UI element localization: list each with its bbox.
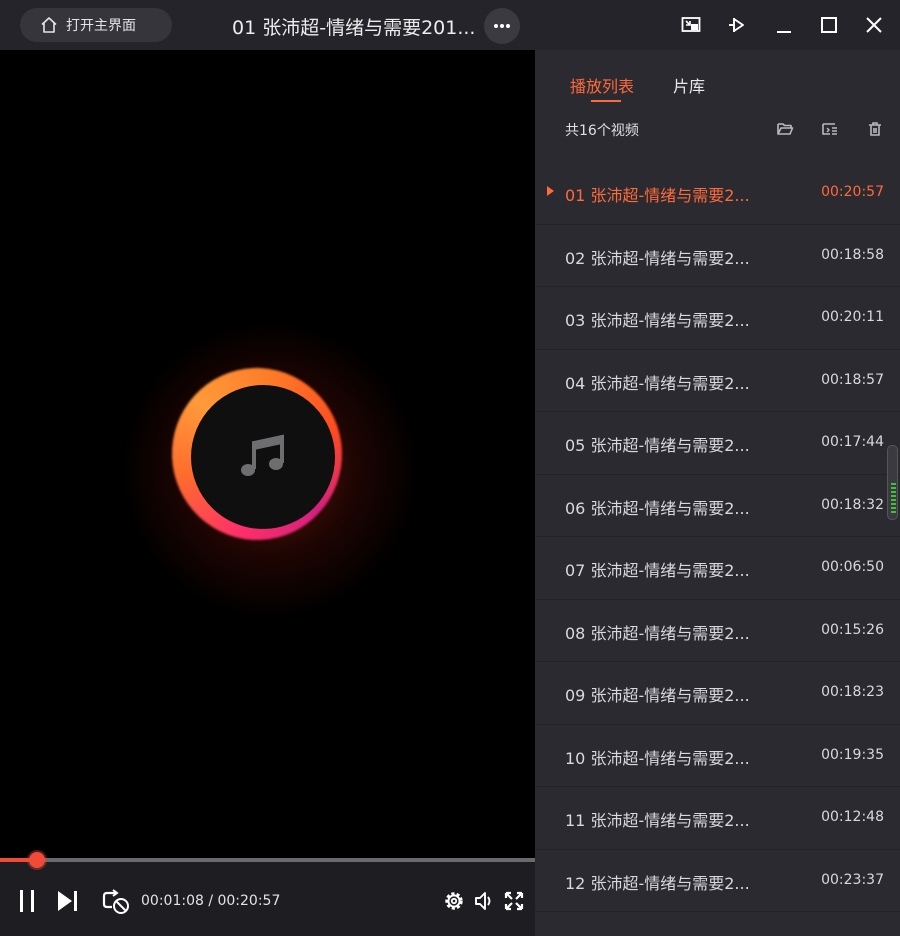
playlist-item-title: 06 张沛超-情绪与需要2... xyxy=(565,498,750,518)
video-area[interactable] xyxy=(0,50,535,858)
playlist-item-duration: 00:18:32 xyxy=(821,496,884,513)
playlist-item[interactable]: 03 张沛超-情绪与需要2... 00:20:11 xyxy=(535,287,900,350)
more-icon xyxy=(494,24,510,28)
settings-icon xyxy=(445,892,463,910)
loop-icon xyxy=(102,889,129,914)
home-icon xyxy=(41,17,57,33)
volume-icon xyxy=(475,892,491,910)
open-main-window-button[interactable]: 打开主界面 xyxy=(20,8,172,42)
open-folder-icon xyxy=(777,123,794,135)
playlist: 01 张沛超-情绪与需要2... 00:20:57 02 张沛超-情绪与需要2...… xyxy=(535,162,900,912)
playlist-item[interactable]: 08 张沛超-情绪与需要2... 00:15:26 xyxy=(535,600,900,662)
audio-disc xyxy=(191,385,335,529)
playlist-item-title: 01 张沛超-情绪与需要2... xyxy=(565,186,750,205)
maximize-icon xyxy=(821,17,837,33)
playlist-item-duration: 00:20:11 xyxy=(821,309,884,325)
title-bar: 打开主界面 01 张沛超-情绪与需要201... xyxy=(0,0,900,50)
playlist-item-duration: 00:15:26 xyxy=(821,621,884,638)
sort-icon xyxy=(822,123,837,135)
playlist-item-duration: 00:18:58 xyxy=(821,246,884,263)
now-playing-icon xyxy=(547,186,554,196)
panel-tabs: 播放列表 片库 xyxy=(535,50,900,106)
progress-handle[interactable] xyxy=(29,852,45,868)
playlist-item-title: 05 张沛超-情绪与需要2... xyxy=(565,436,750,455)
pin-on-top-button[interactable] xyxy=(724,12,750,38)
playlist-item-title: 09 张沛超-情绪与需要2... xyxy=(565,686,750,705)
playlist-item[interactable]: 04 张沛超-情绪与需要2... 00:18:57 xyxy=(535,350,900,412)
delete-icon xyxy=(869,122,881,136)
pin-icon xyxy=(729,18,744,32)
volume-button[interactable] xyxy=(472,889,496,913)
playlist-item[interactable]: 02 张沛超-情绪与需要2... 00:18:58 xyxy=(535,225,900,287)
playlist-item-title: 12 张沛超-情绪与需要2... xyxy=(565,873,750,893)
playlist-item[interactable]: 10 张沛超-情绪与需要2... 00:19:35 xyxy=(535,725,900,787)
playlist-item-title: 11 张沛超-情绪与需要2... xyxy=(565,811,750,830)
progress-bar[interactable] xyxy=(0,858,535,862)
tab-library[interactable]: 片库 xyxy=(673,73,705,97)
playlist-item[interactable]: 09 张沛超-情绪与需要2... 00:18:23 xyxy=(535,662,900,725)
playlist-item-title: 10 张沛超-情绪与需要2... xyxy=(565,748,750,768)
tab-playlist[interactable]: 播放列表 xyxy=(570,73,634,97)
pause-button[interactable] xyxy=(14,887,40,915)
playlist-item-title: 07 张沛超-情绪与需要2... xyxy=(565,561,750,580)
fullscreen-icon xyxy=(504,891,524,911)
more-button[interactable] xyxy=(484,8,520,44)
loop-mode-button[interactable] xyxy=(101,889,131,915)
video-count: 共16个视频 xyxy=(565,123,639,139)
playback-time: 00:01:08 / 00:20:57 xyxy=(141,893,281,909)
minimize-button[interactable] xyxy=(771,12,797,38)
playlist-item-title: 03 张沛超-情绪与需要2... xyxy=(565,311,750,330)
window-title: 01 张沛超-情绪与需要201... xyxy=(232,17,476,39)
playlist-item-duration: 00:17:44 xyxy=(821,434,884,450)
progress-fill xyxy=(0,858,29,862)
next-icon xyxy=(58,891,77,911)
minimize-icon xyxy=(777,31,791,33)
playlist-scrollbar[interactable] xyxy=(887,445,898,520)
open-folder-button[interactable] xyxy=(774,118,796,140)
mini-mode-button[interactable] xyxy=(678,12,704,38)
sort-list-button[interactable] xyxy=(819,118,841,140)
playlist-item-duration: 00:06:50 xyxy=(821,559,884,575)
playlist-item-duration: 00:19:35 xyxy=(821,746,884,763)
active-tab-indicator xyxy=(591,100,621,102)
mini-mode-icon xyxy=(681,17,701,32)
playlist-item[interactable]: 11 张沛超-情绪与需要2... 00:12:48 xyxy=(535,787,900,850)
playlist-item[interactable]: 06 张沛超-情绪与需要2... 00:18:32 xyxy=(535,475,900,537)
playlist-item[interactable]: 07 张沛超-情绪与需要2... 00:06:50 xyxy=(535,537,900,600)
close-button[interactable] xyxy=(861,12,887,38)
playlist-item[interactable]: 05 张沛超-情绪与需要2... 00:17:44 xyxy=(535,412,900,475)
music-note-icon xyxy=(241,434,284,476)
close-icon xyxy=(866,17,882,33)
playlist-item-duration: 00:18:57 xyxy=(821,371,884,388)
playlist-item-title: 04 张沛超-情绪与需要2... xyxy=(565,373,750,393)
playlist-item[interactable]: 01 张沛超-情绪与需要2... 00:20:57 xyxy=(535,162,900,225)
playlist-item-title: 02 张沛超-情绪与需要2... xyxy=(565,248,750,268)
playlist-item-duration: 00:12:48 xyxy=(821,809,884,825)
clear-list-button[interactable] xyxy=(864,118,886,140)
fullscreen-button[interactable] xyxy=(502,889,526,913)
control-bar: 00:01:08 / 00:20:57 xyxy=(0,852,535,936)
playlist-item-duration: 00:23:37 xyxy=(821,871,884,888)
playlist-item-duration: 00:18:23 xyxy=(821,684,884,700)
playlist-item[interactable]: 12 张沛超-情绪与需要2... 00:23:37 xyxy=(535,850,900,912)
maximize-button[interactable] xyxy=(816,12,842,38)
pause-icon xyxy=(20,890,34,912)
playlist-item-title: 08 张沛超-情绪与需要2... xyxy=(565,623,750,643)
next-button[interactable] xyxy=(54,888,82,914)
open-main-window-label: 打开主界面 xyxy=(66,18,136,34)
playlist-item-duration: 00:20:57 xyxy=(821,184,884,200)
settings-button[interactable] xyxy=(442,889,466,913)
playlist-panel: 播放列表 片库 共16个视频 01 张沛超-情绪与需要2... 00:20:57 0… xyxy=(535,50,900,936)
